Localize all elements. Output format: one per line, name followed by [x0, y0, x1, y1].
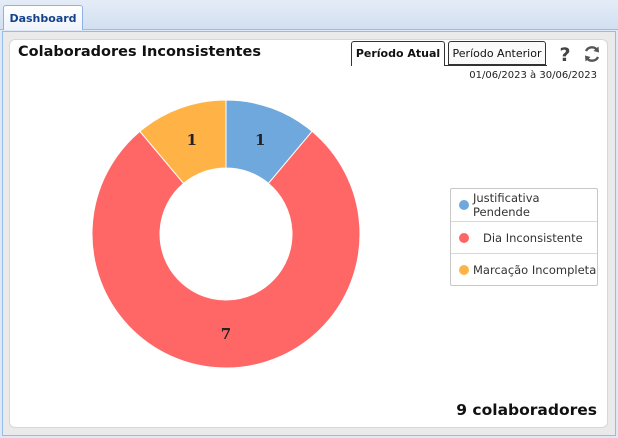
legend-dot-red [459, 232, 469, 243]
legend-label: Justificativa Pendende [473, 191, 540, 219]
legend-item-justificativa[interactable]: Justificativa Pendende [451, 189, 597, 221]
legend-item-marcacao[interactable]: Marcação Incompleta [451, 253, 597, 285]
slice-label-2: 1 [187, 131, 197, 149]
slice-label-1: 7 [221, 325, 231, 343]
dashboard-panel: Colaboradores Inconsistentes Período Atu… [9, 39, 608, 428]
tab-dashboard[interactable]: Dashboard [3, 5, 83, 30]
legend-dot-blue [459, 200, 469, 210]
legend-label: Marcação Incompleta [473, 262, 597, 277]
legend-label: Dia Inconsistente [483, 230, 583, 245]
total-count: 9 colaboradores [456, 401, 597, 419]
chart-legend: Justificativa Pendende Dia Inconsistente… [450, 188, 598, 286]
legend-item-dia-inconsistente[interactable]: Dia Inconsistente [451, 221, 597, 253]
tab-bar: Dashboard [0, 0, 618, 30]
legend-dot-orange [459, 264, 469, 275]
slice-label-0: 1 [255, 131, 265, 149]
